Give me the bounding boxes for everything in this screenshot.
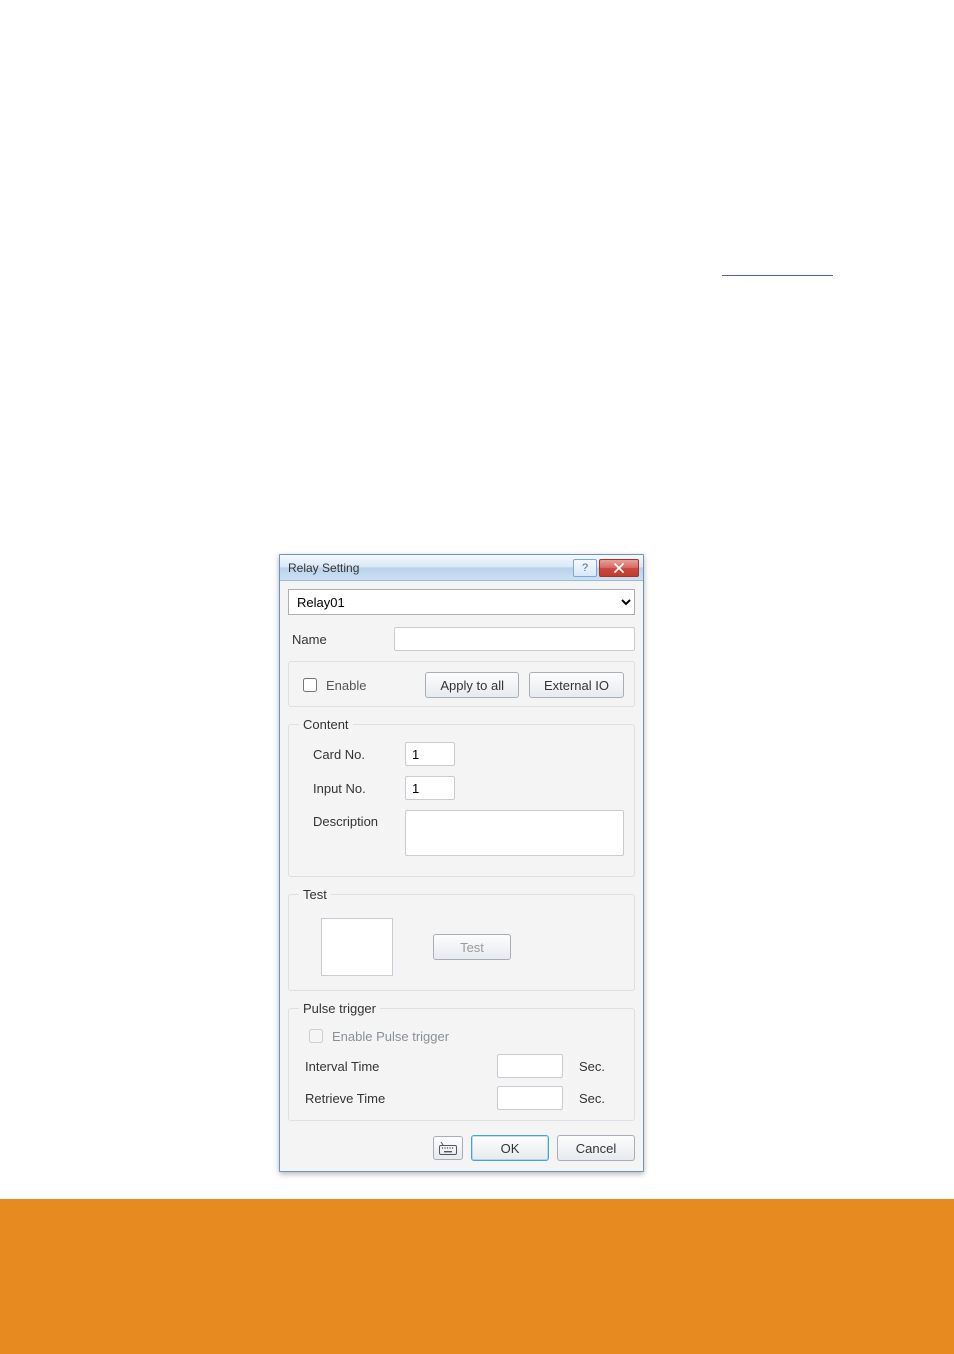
card-no-label: Card No. bbox=[299, 747, 405, 762]
input-no-input[interactable] bbox=[405, 776, 455, 800]
name-input[interactable] bbox=[394, 627, 635, 651]
footer-orange-bar bbox=[0, 1199, 954, 1354]
cancel-button[interactable]: Cancel bbox=[557, 1135, 635, 1161]
ok-button[interactable]: OK bbox=[471, 1135, 549, 1161]
content-legend: Content bbox=[299, 717, 353, 732]
content-section: Content Card No. Input No. Description bbox=[288, 717, 635, 877]
accent-underline bbox=[722, 275, 833, 276]
retrieve-label: Retrieve Time bbox=[299, 1091, 497, 1106]
help-icon: ? bbox=[582, 562, 588, 574]
enable-label: Enable bbox=[326, 678, 366, 693]
external-io-button[interactable]: External IO bbox=[529, 672, 624, 698]
description-row: Description bbox=[299, 810, 624, 856]
name-label: Name bbox=[288, 632, 394, 647]
description-textarea[interactable] bbox=[405, 810, 624, 856]
card-no-input[interactable] bbox=[405, 742, 455, 766]
input-no-row: Input No. bbox=[299, 776, 624, 800]
keyboard-icon bbox=[439, 1141, 457, 1155]
close-button[interactable] bbox=[599, 559, 639, 577]
pulse-legend: Pulse trigger bbox=[299, 1001, 380, 1016]
enable-pulse-checkbox-wrap[interactable]: Enable Pulse trigger bbox=[299, 1026, 624, 1046]
card-no-row: Card No. bbox=[299, 742, 624, 766]
dialog-body: Relay01 Name Enable Apply to all Externa… bbox=[280, 581, 643, 1171]
enable-pulse-label: Enable Pulse trigger bbox=[332, 1029, 449, 1044]
retrieve-unit: Sec. bbox=[579, 1091, 605, 1106]
enable-checkbox-wrap[interactable]: Enable bbox=[299, 675, 415, 695]
interval-label: Interval Time bbox=[299, 1059, 497, 1074]
close-icon bbox=[614, 563, 624, 573]
titlebar[interactable]: Relay Setting ? bbox=[280, 555, 643, 581]
enable-group: Enable Apply to all External IO bbox=[288, 661, 635, 707]
test-section: Test Test bbox=[288, 887, 635, 991]
apply-to-all-button[interactable]: Apply to all bbox=[425, 672, 519, 698]
test-row: Test bbox=[299, 912, 624, 980]
test-legend: Test bbox=[299, 887, 331, 902]
test-button[interactable]: Test bbox=[433, 934, 511, 960]
dialog-title: Relay Setting bbox=[288, 561, 573, 575]
retrieve-row: Retrieve Time Sec. bbox=[299, 1086, 624, 1110]
footer-buttons: OK Cancel bbox=[288, 1131, 635, 1161]
interval-row: Interval Time Sec. bbox=[299, 1054, 624, 1078]
enable-row: Enable Apply to all External IO bbox=[299, 672, 624, 698]
input-no-label: Input No. bbox=[299, 781, 405, 796]
help-button[interactable]: ? bbox=[573, 559, 597, 577]
enable-checkbox[interactable] bbox=[303, 678, 317, 692]
name-row: Name bbox=[288, 627, 635, 651]
enable-pulse-checkbox[interactable] bbox=[309, 1029, 323, 1043]
pulse-section: Pulse trigger Enable Pulse trigger Inter… bbox=[288, 1001, 635, 1121]
relay-select-wrap: Relay01 bbox=[288, 589, 635, 615]
relay-select[interactable]: Relay01 bbox=[288, 589, 635, 615]
test-preview bbox=[321, 918, 393, 976]
interval-input[interactable] bbox=[497, 1054, 563, 1078]
onscreen-keyboard-button[interactable] bbox=[433, 1136, 463, 1160]
description-label: Description bbox=[299, 810, 405, 829]
retrieve-input[interactable] bbox=[497, 1086, 563, 1110]
interval-unit: Sec. bbox=[579, 1059, 605, 1074]
relay-setting-dialog: Relay Setting ? Relay01 Name Enable bbox=[279, 554, 644, 1172]
